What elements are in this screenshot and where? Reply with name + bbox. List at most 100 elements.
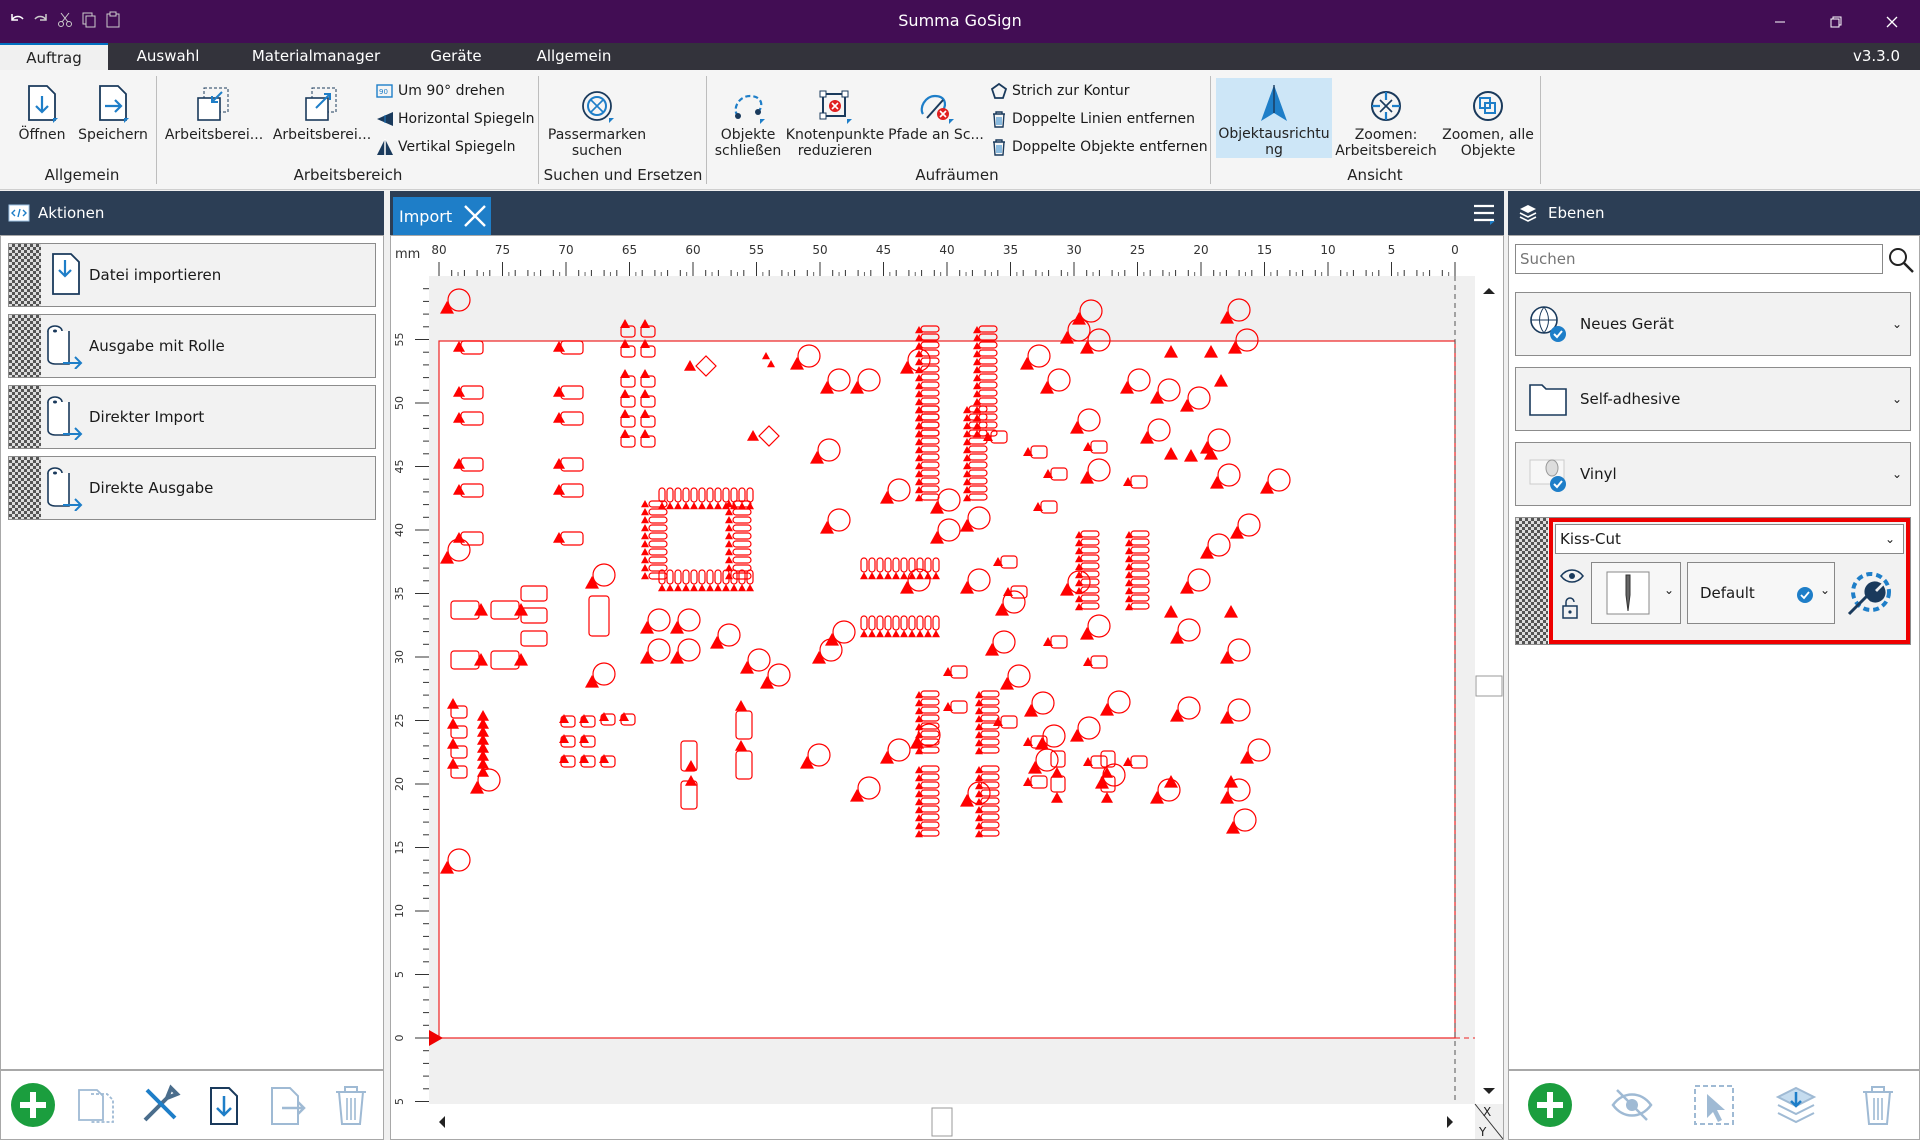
tab-materialmanager[interactable]: Materialmanager [236,43,396,70]
stroke-to-contour-button[interactable]: Strich zur Kontur [990,80,1130,102]
ruler-tick-label: 35 [1003,243,1018,257]
ruler-tick-label: 25 [393,714,406,728]
layers-search-input[interactable] [1515,244,1883,274]
chevron-down-icon[interactable]: ⌄ [1892,317,1902,331]
layer-device[interactable]: Neues Gerät ⌄ [1515,292,1911,356]
action-output-roll[interactable]: Ausgabe mit Rolle [8,314,376,378]
tab-import[interactable]: Import [393,197,491,235]
restore-icon[interactable] [1808,0,1864,43]
layer-material-type[interactable]: Self-adhesive ⌄ [1515,367,1911,431]
add-layer-icon[interactable] [1527,1082,1573,1128]
ruler-tick-label: 70 [558,243,573,257]
ruler-tick-label: 80 [431,243,446,257]
zoom-all-objects-button[interactable]: Zoomen, alle Objekte [1440,78,1536,159]
tab-auftrag[interactable]: Auftrag [0,43,108,70]
tab-allgemein[interactable]: Allgemein [524,43,624,70]
chevron-down-icon[interactable]: ⌄ [1820,583,1830,597]
import-action-icon[interactable] [201,1082,247,1128]
save-file-icon [96,78,130,124]
save-button[interactable]: Speichern [76,78,150,143]
corner-x-label: X [1483,1105,1491,1119]
close-icon[interactable] [1864,0,1920,43]
workspace-button-1[interactable]: Arbeitsberei... [164,78,264,143]
chevron-down-icon[interactable]: ⌄ [1885,532,1895,546]
remove-duplicate-lines-button[interactable]: Doppelte Linien entfernen [990,108,1195,130]
chevron-down-icon[interactable]: ⌄ [1892,467,1902,481]
left-ruler [391,236,429,1139]
open-button[interactable]: Öffnen [14,78,70,143]
search-icon[interactable] [1887,246,1915,274]
add-action-icon[interactable] [10,1082,56,1128]
globe-device-icon [1528,304,1568,344]
group-label-suchen: Suchen und Ersetzen [543,166,703,184]
vertical-scroll-thumb[interactable] [1475,675,1503,697]
drag-handle[interactable] [9,244,41,306]
device-name: Neues Gerät [1580,315,1674,333]
import-file-icon [41,252,89,298]
drag-handle[interactable] [9,315,41,377]
workspace-shrink-icon [196,78,232,124]
title-bar: Summa GoSign [0,0,1920,43]
workspace-button-2[interactable]: Arbeitsberei... [272,78,372,143]
hamburger-menu-icon[interactable] [1472,201,1496,225]
layers-icon [1518,203,1538,223]
cut-layer-select[interactable]: Kiss-Cut ⌄ [1555,524,1904,554]
tool-select[interactable]: ⌄ [1591,562,1681,624]
action-direct-output[interactable]: Direkte Ausgabe [8,456,376,520]
object-orientation-button[interactable]: Objektausrichtu ng [1216,78,1332,158]
tab-auswahl[interactable]: Auswahl [118,43,218,70]
mirror-vertical-button[interactable]: Vertikal Spiegeln [376,136,516,158]
drag-handle[interactable] [9,457,41,519]
chevron-down-icon[interactable]: ⌄ [1664,583,1674,597]
mirror-horizontal-button[interactable]: Horizontal Spiegeln [376,108,534,130]
reduce-nodes-button[interactable]: Knotenpunkte reduzieren [784,78,886,159]
actions-panel-header: Aktionen [0,191,384,235]
ruler-tick-label: 40 [393,523,406,537]
trash-icon [990,138,1008,156]
group-separator [706,76,707,184]
duplicate-action-icon[interactable] [73,1082,119,1128]
path-remove-icon [917,78,955,124]
layers-title: Ebenen [1548,204,1605,222]
lock-icon[interactable] [1559,596,1585,620]
layer-material[interactable]: Vinyl ⌄ [1515,442,1911,506]
drag-handle[interactable] [1516,518,1548,644]
delete-layer-icon[interactable] [1855,1082,1901,1128]
minimize-icon[interactable] [1752,0,1808,43]
select-layer-icon[interactable] [1691,1082,1737,1128]
close-objects-button[interactable]: Objekte schließen [712,78,784,159]
group-separator [1210,76,1211,184]
tab-geraete[interactable]: Geräte [414,43,498,70]
ruler-tick-label: 45 [393,460,406,474]
wrench-settings-icon[interactable] [1843,568,1895,620]
rotate-icon: 90 [376,83,394,99]
paths-to-cut-button[interactable]: Pfade an Sc... [886,78,986,143]
close-tab-icon[interactable] [462,203,488,229]
export-action-icon[interactable] [264,1082,310,1128]
hide-layer-icon[interactable] [1609,1082,1655,1128]
find-registration-marks-button[interactable]: Passermarken suchen [544,78,650,159]
tool-preset-select[interactable]: Default ⌄ [1687,562,1835,624]
eye-icon[interactable] [1559,566,1585,586]
action-import-file[interactable]: Datei importieren [8,243,376,307]
pentagon-outline-icon [990,82,1008,100]
group-label-aufraeumen: Aufräumen [915,166,999,184]
merge-layers-icon[interactable] [1773,1082,1819,1128]
design-canvas[interactable]: 80 75 70 65 60 55 50 45 40 35 30 25 20 15 10 5 0 5550454… [391,236,1503,1139]
ruler-tick-label: 10 [1320,243,1335,257]
delete-action-icon[interactable] [328,1082,374,1128]
edit-tools-icon[interactable] [137,1082,183,1128]
action-direct-import[interactable]: Direkter Import [8,385,376,449]
drag-handle[interactable] [9,386,41,448]
document-tab-label: Import [399,206,453,226]
layers-panel-header: Ebenen [1508,191,1920,235]
zoom-workspace-button[interactable]: Zoomen: Arbeitsbereich [1334,78,1438,159]
chevron-down-icon[interactable]: ⌄ [1892,392,1902,406]
rotate-90-button[interactable]: 90 Um 90° drehen [376,80,505,102]
actions-title: Aktionen [38,204,105,222]
ruler-tick-label: 5 [1388,243,1396,257]
material-type-name: Self-adhesive [1580,390,1681,408]
horizontal-scroll-thumb[interactable] [931,1107,953,1137]
remove-duplicate-objects-button[interactable]: Doppelte Objekte entfernen [990,136,1208,158]
trash-icon [990,110,1008,128]
